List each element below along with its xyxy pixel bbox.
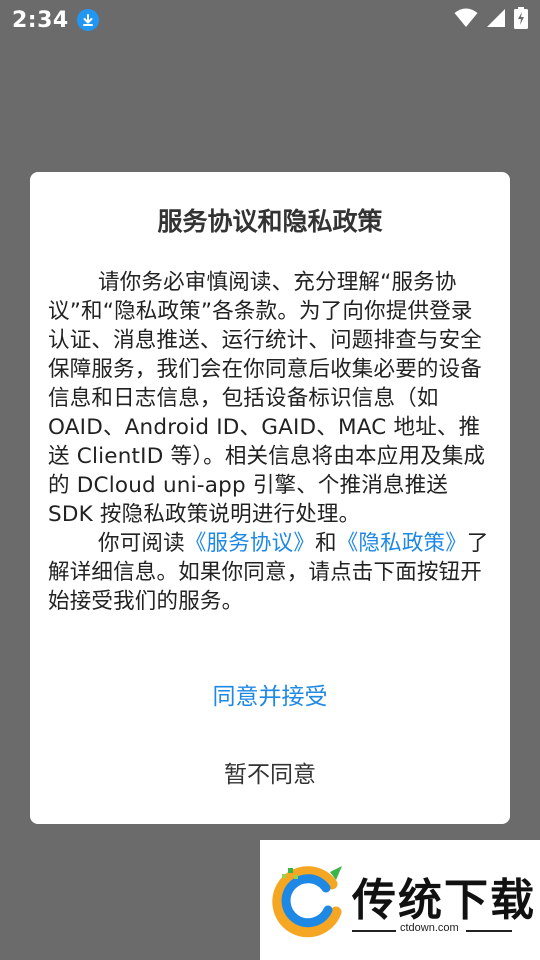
divider-left xyxy=(352,930,396,932)
brand-url: ctdown.com xyxy=(400,922,459,934)
dialog-body: 请你务必审慎阅读、充分理解“服务协议”和“隐私政策”各条款。为了向你提供登录认证… xyxy=(48,268,494,616)
decline-button[interactable]: 暂不同意 xyxy=(30,755,510,795)
consent-paragraph: 请你务必审慎阅读、充分理解“服务协议”和“隐私政策”各条款。为了向你提供登录认证… xyxy=(48,270,486,527)
brand-name: 传统下载 xyxy=(352,875,536,926)
download-icon xyxy=(76,9,99,31)
agree-button[interactable]: 同意并接受 xyxy=(30,677,510,717)
brand-logo-icon xyxy=(270,862,346,942)
and-text: 和 xyxy=(315,531,337,556)
battery-charging-icon xyxy=(514,7,528,33)
status-icons xyxy=(454,7,528,33)
dialog-title: 服务协议和隐私政策 xyxy=(157,207,383,236)
privacy-dialog: 服务协议和隐私政策 请你务必审慎阅读、充分理解“服务协议”和“隐私政策”各条款。… xyxy=(30,172,510,824)
divider-right xyxy=(466,930,512,932)
privacy-policy-link[interactable]: 《隐私政策》 xyxy=(337,531,467,556)
signal-icon xyxy=(486,8,506,32)
read-prefix-text: 你可阅读 xyxy=(98,531,185,556)
status-bar: 2:34 xyxy=(0,0,540,40)
wifi-icon xyxy=(454,8,478,32)
service-agreement-link[interactable]: 《服务协议》 xyxy=(185,531,315,556)
watermark: 传统下载 ctdown.com xyxy=(260,840,540,960)
links-paragraph: 你可阅读《服务协议》和《隐私政策》了解详细信息。如果你同意，请点击下面按钮开始接… xyxy=(48,529,494,616)
status-time: 2:34 xyxy=(12,7,69,33)
